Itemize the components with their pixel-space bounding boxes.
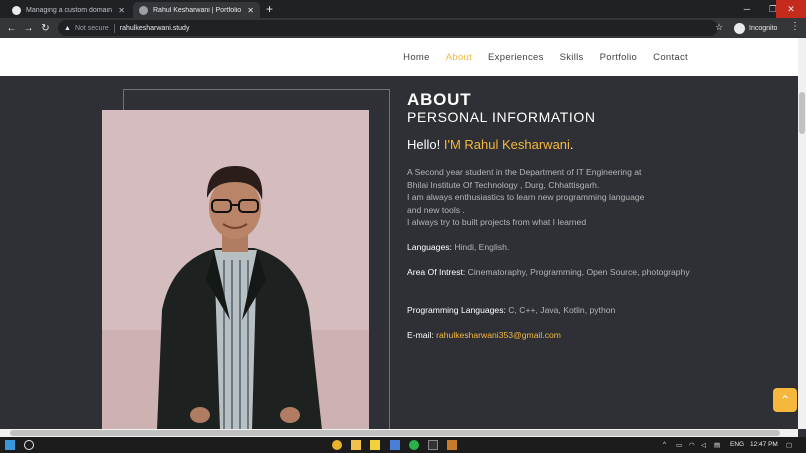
- languages-row: Languages: Hindi, English.: [407, 241, 697, 254]
- url-text[interactable]: rahulkesharwani.study: [120, 25, 190, 32]
- back-icon[interactable]: ←: [3, 23, 20, 34]
- app-icon[interactable]: [447, 440, 457, 450]
- programming-languages-label: Programming Languages:: [407, 305, 506, 315]
- security-label: Not secure: [74, 24, 109, 32]
- volume-icon[interactable]: ◁: [701, 441, 706, 449]
- clock[interactable]: 12:47 PM: [750, 441, 778, 448]
- vertical-scrollbar[interactable]: [798, 38, 806, 429]
- battery-icon[interactable]: ▭: [676, 441, 682, 449]
- about-section: ABOUT PERSONAL INFORMATION Hello! I'M Ra…: [0, 76, 798, 434]
- menu-icon[interactable]: ⋮: [790, 21, 800, 32]
- personal-info-heading: PERSONAL INFORMATION: [407, 109, 596, 125]
- hello-suffix: .: [569, 137, 574, 152]
- incognito-label: Incognito: [749, 24, 778, 32]
- tab-title: Managing a custom domain for: [26, 6, 115, 14]
- browser-tab-bar: Managing a custom domain for ✕ Rahul Kes…: [0, 0, 806, 18]
- new-tab-button[interactable]: +: [266, 2, 273, 16]
- forward-icon[interactable]: →: [20, 23, 37, 34]
- hello-name: I'M Rahul Kesharwani: [443, 137, 570, 152]
- programming-languages-value: C, C++, Java, Kotlin, python: [508, 305, 616, 315]
- horizontal-scrollbar-thumb[interactable]: [10, 430, 780, 436]
- tab-github[interactable]: Managing a custom domain for ✕: [6, 2, 131, 18]
- interest-row: Area Of Intrest: Cinematoraphy, Programm…: [407, 266, 697, 279]
- person-illustration: [102, 110, 369, 430]
- address-bar-row: ← → ↻ ▲ Not secure rahulkesharwani.study: [0, 18, 806, 38]
- bio-line: I always try to built projects from what…: [407, 217, 587, 228]
- about-heading: ABOUT: [407, 90, 472, 109]
- programming-languages-row: Programming Languages: C, C++, Java, Kot…: [407, 304, 697, 317]
- bio-line: and new tools .: [407, 204, 465, 215]
- main-nav: Home About Experiences Skills Portfolio …: [403, 52, 688, 63]
- scroll-to-top-button[interactable]: ⌃: [773, 388, 797, 412]
- file-explorer-icon[interactable]: [351, 440, 361, 450]
- bio-line: Bhilai Institute Of Technology , Durg, C…: [407, 179, 600, 190]
- nav-portfolio[interactable]: Portfolio: [600, 52, 638, 63]
- languages-label: Languages:: [407, 242, 452, 252]
- notification-icon[interactable]: ▢: [786, 441, 792, 449]
- close-icon[interactable]: ✕: [118, 6, 125, 15]
- interest-label: Area Of Intrest:: [407, 267, 466, 277]
- nav-skills[interactable]: Skills: [560, 52, 584, 63]
- keyboard-icon[interactable]: ▤: [714, 441, 720, 449]
- profile-photo: [102, 110, 369, 430]
- search-icon[interactable]: [24, 440, 34, 450]
- tab-title: Rahul Kesharwani | Portfolio: [153, 6, 242, 14]
- nav-contact[interactable]: Contact: [653, 52, 688, 63]
- incognito-icon: [734, 22, 745, 34]
- nav-experiences[interactable]: Experiences: [488, 52, 544, 63]
- tab-portfolio[interactable]: Rahul Kesharwani | Portfolio ✕: [133, 2, 260, 18]
- minimize-button[interactable]: ─: [734, 0, 760, 18]
- warning-icon[interactable]: ▲: [64, 25, 71, 32]
- hello-prefix: Hello!: [407, 137, 441, 152]
- bio-line: I am always enthusiastics to learn new p…: [407, 192, 645, 203]
- app-icon[interactable]: [390, 440, 400, 450]
- github-icon: [12, 5, 21, 15]
- scrollbar-thumb[interactable]: [799, 92, 805, 134]
- wifi-icon[interactable]: ◠: [689, 441, 695, 449]
- email-link[interactable]: rahulkesharwani353@gmail.com: [436, 330, 561, 340]
- languages-value: Hindi, English.: [454, 242, 510, 252]
- nav-about[interactable]: About: [446, 52, 472, 63]
- horizontal-scrollbar[interactable]: [0, 429, 798, 437]
- language-indicator[interactable]: ENG: [730, 441, 744, 448]
- globe-icon: [139, 5, 148, 15]
- close-icon[interactable]: ✕: [247, 6, 254, 15]
- window-close-button[interactable]: ✕: [776, 0, 806, 18]
- reload-icon[interactable]: ↻: [37, 23, 54, 34]
- bio-line: A Second year student in the Department …: [407, 167, 642, 177]
- bio-text: A Second year student in the Department …: [407, 166, 697, 229]
- interest-value: Cinematoraphy, Programming, Open Source,…: [467, 267, 690, 277]
- sticky-notes-icon[interactable]: [370, 440, 380, 450]
- chevron-up-icon: ⌃: [779, 393, 791, 407]
- incognito-badge[interactable]: Incognito: [734, 21, 777, 35]
- terminal-icon[interactable]: [428, 440, 438, 450]
- bookmark-star-icon[interactable]: ☆: [715, 22, 723, 33]
- windows-start-icon[interactable]: [5, 440, 15, 450]
- chrome-icon[interactable]: [332, 440, 342, 450]
- taskbar: ^ ▭ ◠ ◁ ▤ ENG 12:47 PM ▢: [0, 437, 806, 453]
- hello-line: Hello! I'M Rahul Kesharwani.: [407, 137, 574, 152]
- email-label: E-mail:: [407, 330, 434, 340]
- email-row: E-mail: rahulkesharwani353@gmail.com: [407, 329, 697, 342]
- nav-home[interactable]: Home: [403, 52, 430, 63]
- site-header: Home About Experiences Skills Portfolio …: [0, 38, 798, 76]
- whatsapp-icon[interactable]: [409, 440, 419, 450]
- tray-chevron-icon[interactable]: ^: [663, 441, 666, 448]
- omnibox[interactable]: ▲ Not secure rahulkesharwani.study: [58, 20, 718, 36]
